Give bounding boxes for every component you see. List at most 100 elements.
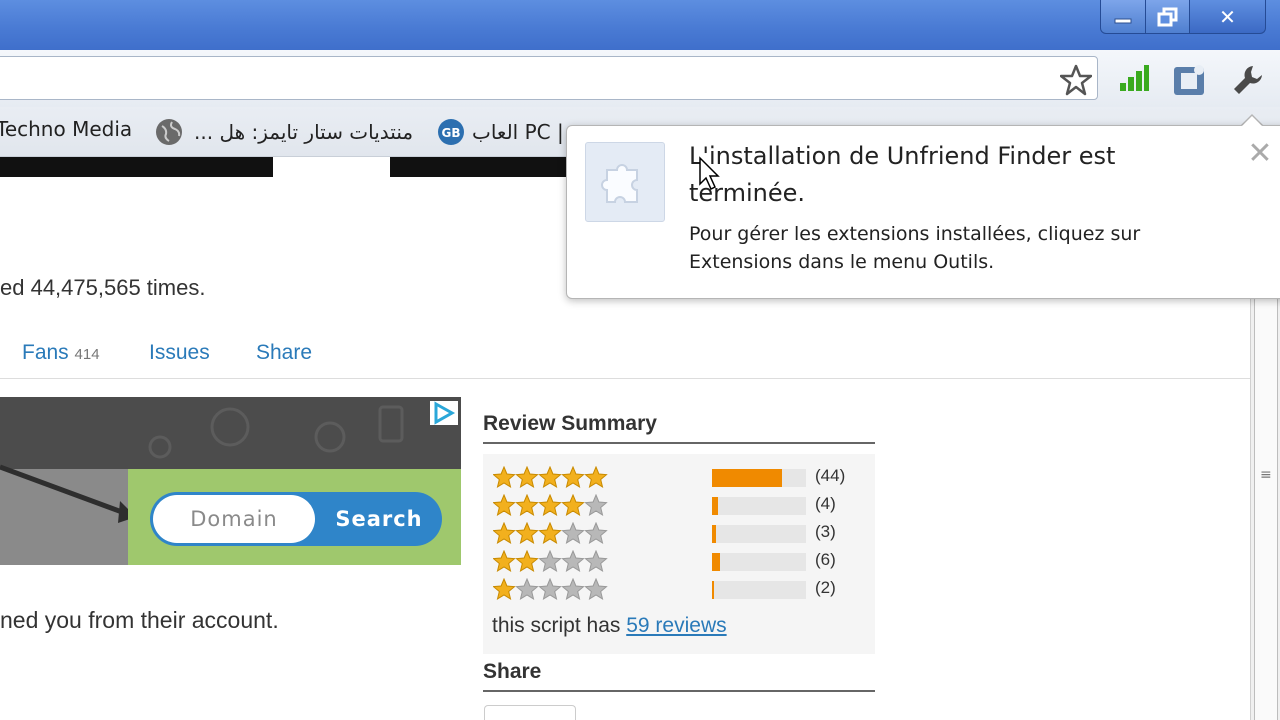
star-icon[interactable] — [1058, 63, 1094, 97]
header-bar-left — [0, 157, 273, 177]
rating-bar — [712, 525, 806, 543]
star-filled-icon — [538, 522, 562, 544]
bubble-title: L'installation de Unfriend Finder est te… — [689, 142, 1116, 207]
star-filled-icon — [515, 522, 539, 544]
description-text: ned you from their account. — [0, 607, 279, 633]
rating-count: (3) — [815, 522, 836, 541]
rating-count: (6) — [815, 550, 836, 569]
rating-row-2[interactable]: (6) — [493, 550, 863, 574]
share-section-title: Share — [483, 660, 875, 692]
bookmark-label: العاب PC | — [472, 120, 564, 144]
star-filled-icon — [538, 494, 562, 516]
reviews-summary-line: this script has 59 reviews — [492, 614, 727, 638]
star-filled-icon — [493, 466, 516, 488]
share-count-box[interactable] — [484, 705, 576, 720]
rating-count: (2) — [815, 578, 836, 597]
star-empty-icon — [515, 578, 539, 600]
star-filled-icon — [493, 494, 516, 516]
restore-icon — [1157, 7, 1177, 26]
star-rating-icon — [493, 550, 608, 572]
ad-search-button[interactable]: Search — [316, 492, 442, 546]
minimize-icon — [1114, 18, 1132, 23]
ad-pen-illustration — [0, 464, 136, 523]
rating-row-4[interactable]: (4) — [493, 494, 863, 518]
rating-bar-fill — [712, 553, 721, 571]
header-bar-right — [390, 157, 570, 177]
window-controls: ✕ — [1100, 0, 1266, 34]
minimize-button[interactable] — [1100, 0, 1146, 34]
rating-row-1[interactable]: (2) — [493, 578, 863, 602]
star-empty-icon — [538, 550, 562, 572]
scrollbar-grip-icon: ≡ — [1260, 467, 1272, 483]
install-count-text: ed 44,475,565 times. — [0, 275, 206, 300]
wrench-icon[interactable] — [1226, 60, 1270, 100]
reviews-prefix: this script has — [492, 614, 621, 637]
tab-fans[interactable]: Fans 414 — [22, 341, 100, 365]
star-filled-icon — [515, 494, 539, 516]
svg-text:GB: GB — [442, 126, 461, 140]
ad-domain-field[interactable]: Domain — [153, 495, 315, 543]
bubble-message: Pour gérer les extensions installées, cl… — [689, 223, 1141, 273]
tab-label: Share — [256, 341, 313, 364]
reviews-link[interactable]: 59 reviews — [626, 614, 726, 637]
restore-button[interactable] — [1146, 0, 1190, 34]
ad-search-form: Domain Search — [150, 492, 442, 546]
star-empty-icon — [584, 522, 608, 544]
window-titlebar: ✕ — [0, 0, 1280, 50]
star-filled-icon — [515, 550, 539, 572]
rating-bar-fill — [712, 525, 716, 543]
star-rating-icon — [493, 494, 608, 516]
advertisement-banner[interactable]: Domain Search — [0, 397, 461, 565]
star-rating-icon — [493, 466, 608, 488]
gb-icon: GB — [436, 117, 466, 147]
bubble-arrow-fill — [1241, 116, 1263, 127]
extension-installed-bubble: L'installation de Unfriend Finder est te… — [566, 125, 1280, 299]
rating-count: (44) — [815, 466, 846, 485]
star-filled-icon — [515, 466, 539, 488]
star-filled-icon — [561, 466, 585, 488]
bookmark-star-times[interactable]: ... منتديات ستار تايمز: هل — [154, 117, 413, 147]
star-empty-icon — [561, 578, 585, 600]
fans-count: 414 — [74, 346, 100, 363]
extension-icon[interactable] — [1170, 62, 1210, 98]
star-filled-icon — [584, 466, 608, 488]
rating-row-5[interactable]: (44) — [493, 466, 863, 490]
star-rating-icon — [493, 522, 608, 544]
star-empty-icon — [584, 550, 608, 572]
rating-row-3[interactable]: (3) — [493, 522, 863, 546]
signal-icon[interactable] — [1116, 62, 1152, 96]
bookmark-techno-media[interactable]: Techno Media — [0, 117, 132, 141]
address-bar[interactable] — [0, 56, 1098, 100]
close-icon: ✕ — [1219, 4, 1236, 29]
star-empty-icon — [584, 494, 608, 516]
review-summary-box: (44) (4) (3) (6) (2) this script has 59 … — [483, 454, 875, 654]
bookmark-label: Techno Media — [0, 117, 133, 141]
star-filled-icon — [493, 550, 516, 572]
mouse-cursor-icon — [698, 156, 722, 192]
adchoices-icon[interactable] — [430, 401, 458, 425]
star-filled-icon — [493, 578, 516, 600]
star-filled-icon — [493, 522, 516, 544]
scrollbar-thumb[interactable] — [1254, 297, 1278, 720]
bookmark-label: ... منتديات ستار تايمز: هل — [194, 120, 414, 144]
tab-issues[interactable]: Issues — [149, 341, 210, 365]
tab-share[interactable]: Share — [256, 341, 312, 365]
review-summary-title: Review Summary — [483, 412, 875, 444]
rating-bar — [712, 497, 806, 515]
star-filled-icon — [538, 466, 562, 488]
close-icon: ✕ — [1247, 135, 1273, 171]
puzzle-piece-icon — [585, 142, 665, 222]
tab-label: Issues — [149, 341, 210, 364]
close-button[interactable]: ✕ — [1190, 0, 1266, 34]
tab-label: Fans — [22, 341, 69, 364]
review-summary: Review Summary (44) (4) (3) (6) (2) this… — [483, 412, 875, 654]
rating-bar-fill — [712, 581, 714, 599]
bookmark-pc-games[interactable]: GB العاب PC | — [436, 117, 564, 147]
rating-bar-fill — [712, 469, 782, 487]
star-empty-icon — [584, 578, 608, 600]
rating-count: (4) — [815, 494, 836, 513]
globe-icon — [154, 117, 184, 147]
star-empty-icon — [561, 550, 585, 572]
bubble-close-button[interactable]: ✕ — [1245, 135, 1275, 171]
rating-bar — [712, 553, 806, 571]
